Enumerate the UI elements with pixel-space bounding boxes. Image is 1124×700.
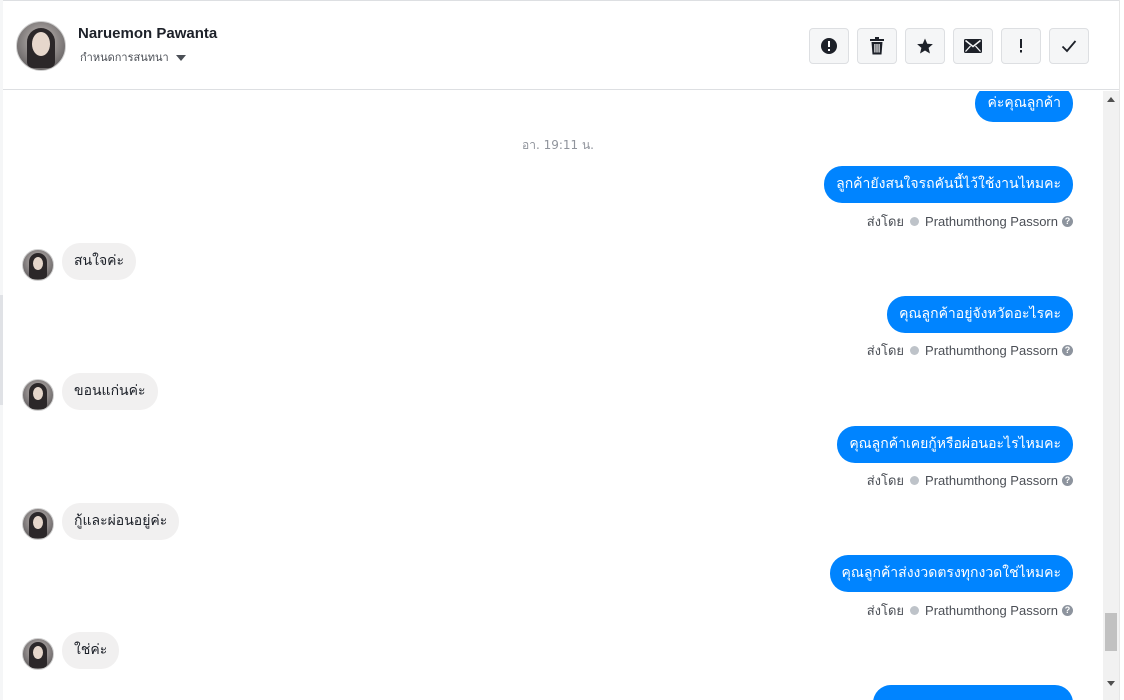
outgoing-message[interactable]: คุณลูกค้าเคยกู้หรือผ่อนอะไรไหมคะ	[837, 426, 1073, 463]
delete-button[interactable]	[857, 28, 897, 64]
conversation-settings-label: กำหนดการสนทนา	[80, 51, 169, 64]
help-icon[interactable]: ?	[1062, 345, 1073, 356]
incoming-message[interactable]: ขอนแก่นค่ะ	[62, 373, 158, 410]
alert-circle-icon	[821, 38, 837, 54]
help-icon[interactable]: ?	[1062, 216, 1073, 227]
sender-name[interactable]: Prathumthong Passorn	[925, 603, 1058, 618]
contact-avatar-small[interactable]	[22, 249, 54, 281]
outgoing-message-partial[interactable]	[873, 685, 1073, 700]
message-thread[interactable]: ค่ะคุณลูกค้า อา. 19:11 น. ลูกค้ายังสนใจร…	[3, 91, 1103, 700]
outgoing-message[interactable]: คุณลูกค้าส่งงวดตรงทุกงวดใช่ไหมคะ	[829, 555, 1073, 592]
sent-by-line: ส่งโดย Prathumthong Passorn ?	[867, 470, 1073, 491]
contact-avatar-small[interactable]	[22, 638, 54, 670]
checkmark-icon	[1061, 40, 1077, 53]
star-button[interactable]	[905, 28, 945, 64]
sender-name[interactable]: Prathumthong Passorn	[925, 214, 1058, 229]
mark-done-button[interactable]	[1049, 28, 1089, 64]
scroll-down-arrow-icon[interactable]	[1107, 681, 1115, 686]
sent-by-line: ส่งโดย Prathumthong Passorn ?	[867, 340, 1073, 361]
report-button[interactable]	[809, 28, 849, 64]
mark-important-button[interactable]	[1001, 28, 1041, 64]
contact-avatar-small[interactable]	[22, 508, 54, 540]
window-right-edge	[1119, 0, 1124, 700]
sent-by-label: ส่งโดย	[866, 343, 905, 358]
trash-icon	[870, 37, 884, 55]
chat-scrollbar[interactable]	[1103, 91, 1119, 700]
help-icon[interactable]: ?	[1062, 605, 1073, 616]
outgoing-message[interactable]: ค่ะคุณลูกค้า	[975, 91, 1073, 122]
contact-avatar-small[interactable]	[22, 379, 54, 411]
sender-name[interactable]: Prathumthong Passorn	[925, 473, 1058, 488]
sender-name[interactable]: Prathumthong Passorn	[925, 343, 1058, 358]
envelope-icon	[964, 39, 982, 53]
chevron-down-icon	[175, 54, 186, 61]
exclamation-icon	[1020, 39, 1022, 53]
conversation-settings-dropdown[interactable]: กำหนดการสนทนา	[80, 48, 186, 66]
scroll-up-arrow-icon[interactable]	[1107, 97, 1115, 102]
incoming-message[interactable]: ใช่ค่ะ	[62, 632, 120, 669]
incoming-message[interactable]: กู้และผ่อนอยู่ค่ะ	[62, 503, 180, 540]
conversation-toolbar	[809, 28, 1089, 64]
sent-by-line: ส่งโดย Prathumthong Passorn ?	[867, 211, 1073, 232]
contact-avatar[interactable]	[16, 21, 66, 71]
gear-icon	[910, 217, 920, 226]
message-timestamp: อา. 19:11 น.	[522, 138, 594, 152]
gear-icon	[910, 476, 920, 485]
help-icon[interactable]: ?	[1062, 475, 1073, 486]
gear-icon	[910, 346, 920, 355]
sent-by-label: ส่งโดย	[866, 214, 905, 229]
mark-unread-button[interactable]	[953, 28, 993, 64]
outgoing-message[interactable]: ลูกค้ายังสนใจรถคันนี้ไว้ใช้งานไหมคะ	[824, 166, 1073, 203]
sent-by-label: ส่งโดย	[866, 473, 905, 488]
incoming-message[interactable]: สนใจค่ะ	[62, 243, 137, 280]
gear-icon	[910, 606, 920, 615]
sent-by-line: ส่งโดย Prathumthong Passorn ?	[867, 600, 1073, 621]
contact-name[interactable]: Naruemon Pawanta	[78, 25, 217, 42]
conversation-header: Naruemon Pawanta กำหนดการสนทนา	[3, 1, 1119, 90]
sent-by-label: ส่งโดย	[866, 603, 905, 618]
star-icon	[917, 38, 933, 54]
scrollbar-thumb[interactable]	[1105, 613, 1117, 651]
outgoing-message[interactable]: คุณลูกค้าอยู่จังหวัดอะไรคะ	[887, 296, 1073, 333]
